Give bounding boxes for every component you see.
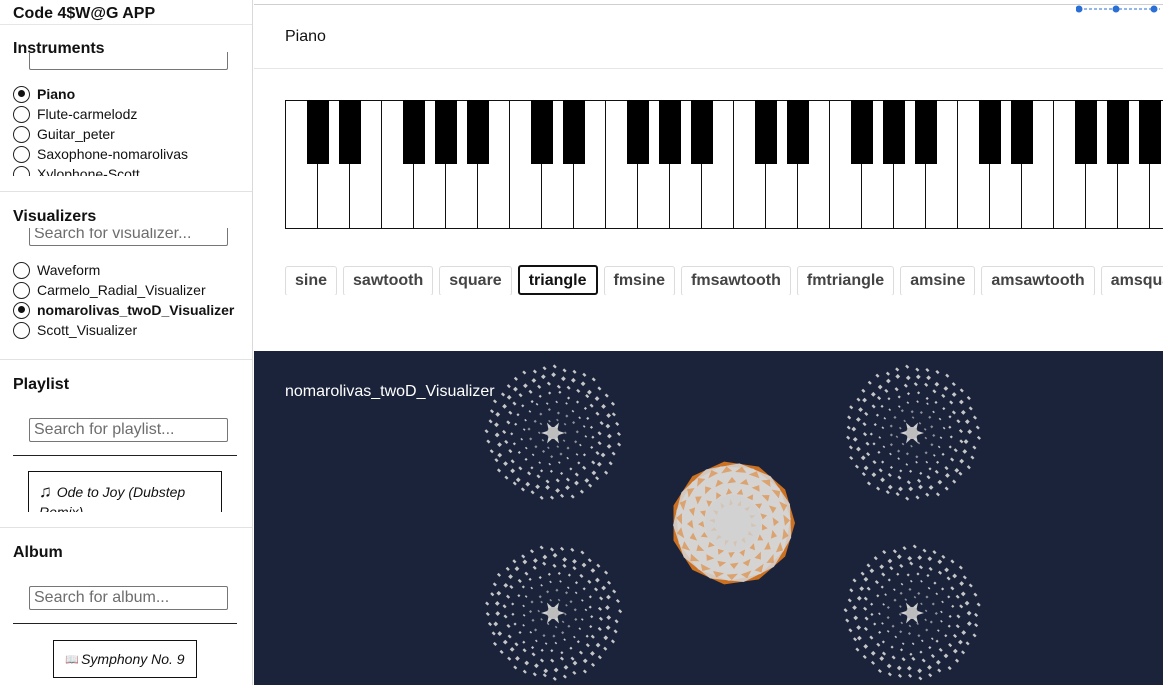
waveform-button-sine[interactable]: sine — [285, 265, 338, 295]
playlist-search-input[interactable] — [29, 418, 228, 442]
radio-label: Flute-carmelodz — [37, 106, 138, 122]
instrument-option[interactable]: Guitar_peter — [13, 124, 188, 144]
waveform-button-amsine[interactable]: amsine — [900, 265, 976, 295]
piano-black-key[interactable] — [435, 100, 457, 164]
waveform-button-square[interactable]: square — [439, 265, 512, 295]
waveform-button-fmsawtooth[interactable]: fmsawtooth — [681, 265, 791, 295]
piano-black-key[interactable] — [1107, 100, 1129, 164]
piano-black-key[interactable] — [915, 100, 937, 164]
waveform-button-sawtooth[interactable]: sawtooth — [343, 265, 434, 295]
visualizer-list: Waveform Carmelo_Radial_Visualizernomarol… — [13, 228, 252, 344]
album-search-input[interactable] — [29, 586, 228, 610]
radio-button[interactable] — [13, 261, 30, 279]
main-panel: Piano sine sawtooth square triangle fmsine fm… — [254, 0, 1163, 685]
album-card[interactable]: 📖 Symphony No. 9 — [53, 640, 197, 678]
app-title: Code 4$W@G APP — [13, 5, 156, 22]
particle-cluster — [484, 364, 622, 500]
playlist-scroll: ♫ Ode to Joy (Dubstep Remix) — [0, 458, 252, 512]
visualizer-option[interactable]: Carmelo_Radial_Visualizer — [13, 280, 234, 300]
piano-black-key[interactable] — [403, 100, 425, 164]
piano-black-key[interactable] — [307, 100, 329, 164]
radio-label: Xylophone-Scott — [37, 166, 140, 176]
center-shape — [673, 461, 795, 585]
piano-black-key[interactable] — [1011, 100, 1033, 164]
playlist-divider — [13, 455, 237, 456]
instrument-name: Piano — [285, 28, 326, 45]
music-note-icon: ♫ — [39, 482, 52, 501]
instrument-list: Piano Flute-carmelodz Guitar_peter Saxophon… — [13, 52, 252, 176]
piano-black-key[interactable] — [531, 100, 553, 164]
radio-button[interactable] — [13, 165, 30, 176]
song-card[interactable]: ♫ Ode to Joy (Dubstep Remix) — [28, 471, 222, 512]
visualizer-option[interactable]: Waveform — [13, 260, 234, 280]
piano-black-key[interactable] — [659, 100, 681, 164]
album-title: Symphony No. 9 — [81, 651, 185, 667]
waveform-selector: sine sawtooth square triangle fmsine fmsawtoo… — [285, 265, 1163, 295]
particle-cluster — [846, 364, 981, 501]
instrument-option[interactable]: Flute-carmelodz — [13, 104, 188, 124]
visualizer-graphics — [484, 364, 981, 681]
resize-handle-icon — [1112, 5, 1120, 13]
radio-label: Guitar_peter — [37, 126, 115, 142]
piano-black-key[interactable] — [467, 100, 489, 164]
resize-handle-icon — [1076, 5, 1083, 13]
waveform-button-fmtriangle[interactable]: fmtriangle — [796, 265, 895, 295]
instrument-option[interactable]: Xylophone-Scott — [13, 164, 188, 176]
piano-black-key[interactable] — [563, 100, 585, 164]
album-icon: 📖 — [65, 653, 80, 666]
piano-black-key[interactable] — [339, 100, 361, 164]
radio-button[interactable] — [13, 321, 30, 339]
radio-label: Carmelo_Radial_Visualizer — [37, 282, 206, 298]
playlist-heading: Playlist — [13, 376, 70, 393]
header-divider — [254, 68, 1163, 69]
piano-black-key[interactable] — [755, 100, 777, 164]
section-divider — [0, 191, 252, 192]
radio-button[interactable] — [13, 85, 30, 103]
visualizer-search-input[interactable] — [29, 228, 228, 246]
piano-keyboard — [285, 100, 1163, 229]
radio-label: nomarolivas_twoD_Visualizer — [37, 302, 235, 318]
instrument-option[interactable]: Piano — [13, 84, 188, 104]
piano-black-key[interactable] — [691, 100, 713, 164]
visualizer-option[interactable]: Scott_Visualizer — [13, 320, 234, 340]
piano-black-key[interactable] — [851, 100, 873, 164]
piano-black-key[interactable] — [1139, 100, 1161, 164]
radio-button[interactable] — [13, 301, 30, 319]
resize-handle-icon — [1150, 5, 1158, 13]
radio-label: Waveform — [37, 262, 101, 278]
piano-black-key[interactable] — [883, 100, 905, 164]
section-divider — [0, 527, 252, 528]
visualizer-option[interactable]: nomarolivas_twoD_Visualizer — [13, 300, 234, 320]
instrument-search-input[interactable] — [29, 52, 228, 70]
visualizer-name: nomarolivas_twoD_Visualizer — [285, 383, 495, 400]
radio-button[interactable] — [13, 105, 30, 123]
radio-button[interactable] — [13, 145, 30, 163]
top-divider — [254, 4, 1163, 5]
particle-cluster — [843, 544, 981, 681]
piano-black-key[interactable] — [627, 100, 649, 164]
album-heading: Album — [13, 544, 63, 561]
sidebar: Code 4$W@G APP Instruments Piano Flute-ca… — [0, 0, 253, 685]
selection-handles[interactable] — [1076, 4, 1163, 14]
radio-label: Scott_Visualizer — [37, 322, 138, 338]
album-divider — [13, 623, 237, 624]
piano-black-key[interactable] — [1075, 100, 1097, 164]
visualizers-heading: Visualizers — [13, 208, 97, 225]
waveform-button-amsawtooth[interactable]: amsawtooth — [981, 265, 1095, 295]
title-divider — [0, 24, 252, 25]
waveform-button-triangle[interactable]: triangle — [517, 265, 598, 295]
instrument-option[interactable]: Saxophone-nomarolivas — [13, 144, 188, 164]
song-title: Ode to Joy (Dubstep Remix) — [39, 484, 186, 512]
radio-button[interactable] — [13, 125, 30, 143]
radio-button[interactable] — [13, 281, 30, 299]
radio-label: Saxophone-nomarolivas — [37, 146, 188, 162]
visualizer-canvas: nomarolivas_twoD_Visualizer — [254, 351, 1163, 685]
radio-label: Piano — [37, 86, 76, 102]
waveform-button-fmsine[interactable]: fmsine — [603, 265, 676, 295]
piano-black-key[interactable] — [787, 100, 809, 164]
particle-cluster — [485, 545, 623, 681]
waveform-button-amsquare[interactable]: amsquare — [1100, 265, 1163, 295]
piano-black-key[interactable] — [979, 100, 1001, 164]
section-divider — [0, 359, 252, 360]
